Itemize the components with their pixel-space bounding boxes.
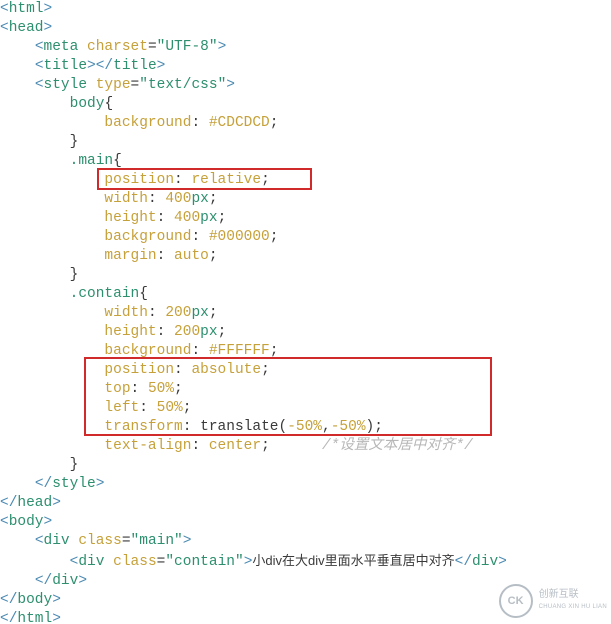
code-line: <html> — [0, 0, 611, 19]
code-line: position: relative; — [0, 171, 611, 190]
code-line: left: 50%; — [0, 399, 611, 418]
code-line: } — [0, 133, 611, 152]
code-line: <head> — [0, 19, 611, 38]
code-line: } — [0, 456, 611, 475]
code-line: height: 400px; — [0, 209, 611, 228]
code-line: text-align: center; /*设置文本居中对齐*/ — [0, 437, 611, 456]
code-line: <div class="contain">小div在大div里面水平垂直居中对齐… — [0, 551, 611, 572]
code-line: width: 200px; — [0, 304, 611, 323]
watermark-logo-icon: CK — [499, 584, 533, 618]
code-block: <html> <head> <meta charset="UTF-8"> <ti… — [0, 0, 611, 624]
code-line: </head> — [0, 494, 611, 513]
code-line: .contain{ — [0, 285, 611, 304]
code-line: body{ — [0, 95, 611, 114]
code-line: </style> — [0, 475, 611, 494]
code-line: } — [0, 266, 611, 285]
code-line: background: #000000; — [0, 228, 611, 247]
code-line: background: #CDCDCD; — [0, 114, 611, 133]
code-line: <body> — [0, 513, 611, 532]
code-line: width: 400px; — [0, 190, 611, 209]
code-line: top: 50%; — [0, 380, 611, 399]
code-line: transform: translate(-50%,-50%); — [0, 418, 611, 437]
code-line: margin: auto; — [0, 247, 611, 266]
code-line: height: 200px; — [0, 323, 611, 342]
code-line: <title></title> — [0, 57, 611, 76]
code-line: position: absolute; — [0, 361, 611, 380]
watermark: CK 创新互联 CHUANG XIN HU LIAN — [499, 584, 607, 618]
watermark-name: 创新互联 — [539, 589, 607, 601]
code-line: background: #FFFFFF; — [0, 342, 611, 361]
watermark-pinyin: CHUANG XIN HU LIAN — [539, 601, 607, 613]
code-line: <style type="text/css"> — [0, 76, 611, 95]
code-line: .main{ — [0, 152, 611, 171]
code-line: <meta charset="UTF-8"> — [0, 38, 611, 57]
code-line: <div class="main"> — [0, 532, 611, 551]
